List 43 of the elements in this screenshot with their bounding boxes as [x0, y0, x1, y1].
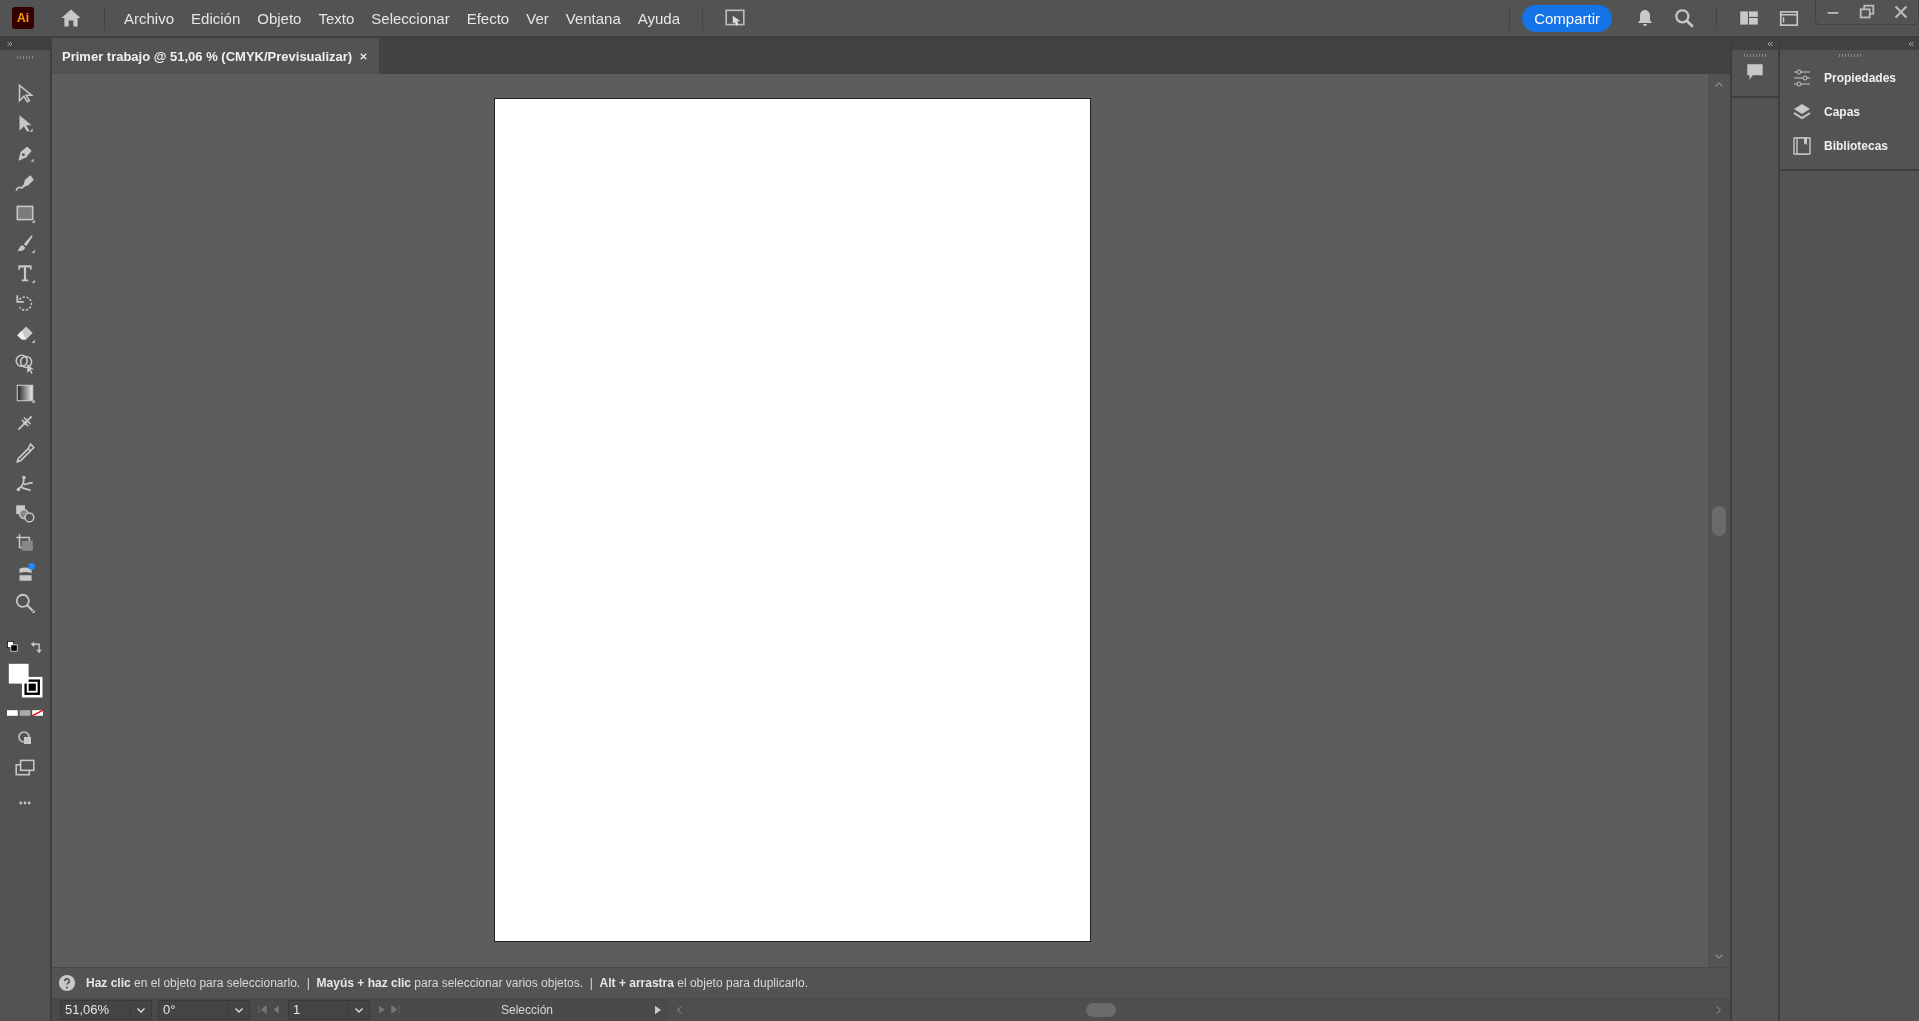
current-tool-menu[interactable]: Selección: [402, 1001, 652, 1018]
menu-item[interactable]: Archivo: [117, 5, 182, 31]
restore-icon[interactable]: [1858, 3, 1876, 21]
brush-icon[interactable]: [14, 232, 36, 254]
book-icon: [1792, 136, 1812, 156]
search-icon[interactable]: [1673, 7, 1695, 29]
menu-item[interactable]: Ver: [519, 5, 556, 31]
fill-stroke-swatch-icon[interactable]: [7, 662, 43, 698]
share-button[interactable]: Compartir: [1522, 4, 1612, 32]
app-logo[interactable]: Ai: [12, 7, 34, 29]
zoom-field[interactable]: 51,06%: [60, 999, 152, 1020]
default-fill-stroke-icon[interactable]: [6, 640, 20, 654]
menu-item[interactable]: Efecto: [459, 5, 517, 31]
panel-tab[interactable]: Propiedades: [1780, 61, 1919, 95]
menu-item[interactable]: Edición: [184, 5, 248, 31]
document-tab[interactable]: Primer trabajo @ 51,06 % (CMYK/Previsualizar): [52, 38, 380, 74]
rotation-field[interactable]: 0°: [158, 999, 250, 1020]
gradient-icon[interactable]: [14, 382, 36, 404]
panel-tab[interactable]: Capas: [1780, 95, 1919, 129]
shape-builder-icon[interactable]: [14, 352, 36, 374]
help-icon[interactable]: [58, 974, 76, 992]
hint-text: Haz clic en el objeto para seleccionarlo. | Mayús + haz clic para seleccionar varios objetos. | Alt + arrastra el objeto para duplicarlo.: [86, 976, 808, 990]
menu-item[interactable]: Ayuda: [630, 5, 688, 31]
zoom-icon[interactable]: [14, 592, 36, 614]
menu-item[interactable]: Objeto: [250, 5, 309, 31]
curvature-pen-icon[interactable]: [14, 172, 36, 194]
panel-tab[interactable]: Bibliotecas: [1780, 129, 1919, 163]
close-icon[interactable]: [1892, 3, 1910, 21]
bell-icon[interactable]: [1635, 8, 1655, 28]
menu-item[interactable]: Texto: [311, 5, 362, 31]
collapse-icon[interactable]: [1907, 40, 1915, 48]
scrollbar-thumb[interactable]: [1086, 1002, 1116, 1017]
collapse-icon[interactable]: [1766, 40, 1774, 48]
blend-shapes-icon[interactable]: [14, 502, 36, 524]
eyedropper-icon[interactable]: [14, 442, 36, 464]
artboard-field[interactable]: 1: [288, 999, 370, 1020]
sliders-icon: [1792, 68, 1812, 88]
menu-item[interactable]: Ventana: [558, 5, 628, 31]
swap-arrow-icon[interactable]: [30, 640, 44, 654]
layers-icon: [1792, 102, 1812, 122]
artboard-icon[interactable]: [14, 532, 36, 554]
menu-item[interactable]: Seleccionar: [364, 5, 457, 31]
expand-icon[interactable]: [6, 40, 14, 48]
